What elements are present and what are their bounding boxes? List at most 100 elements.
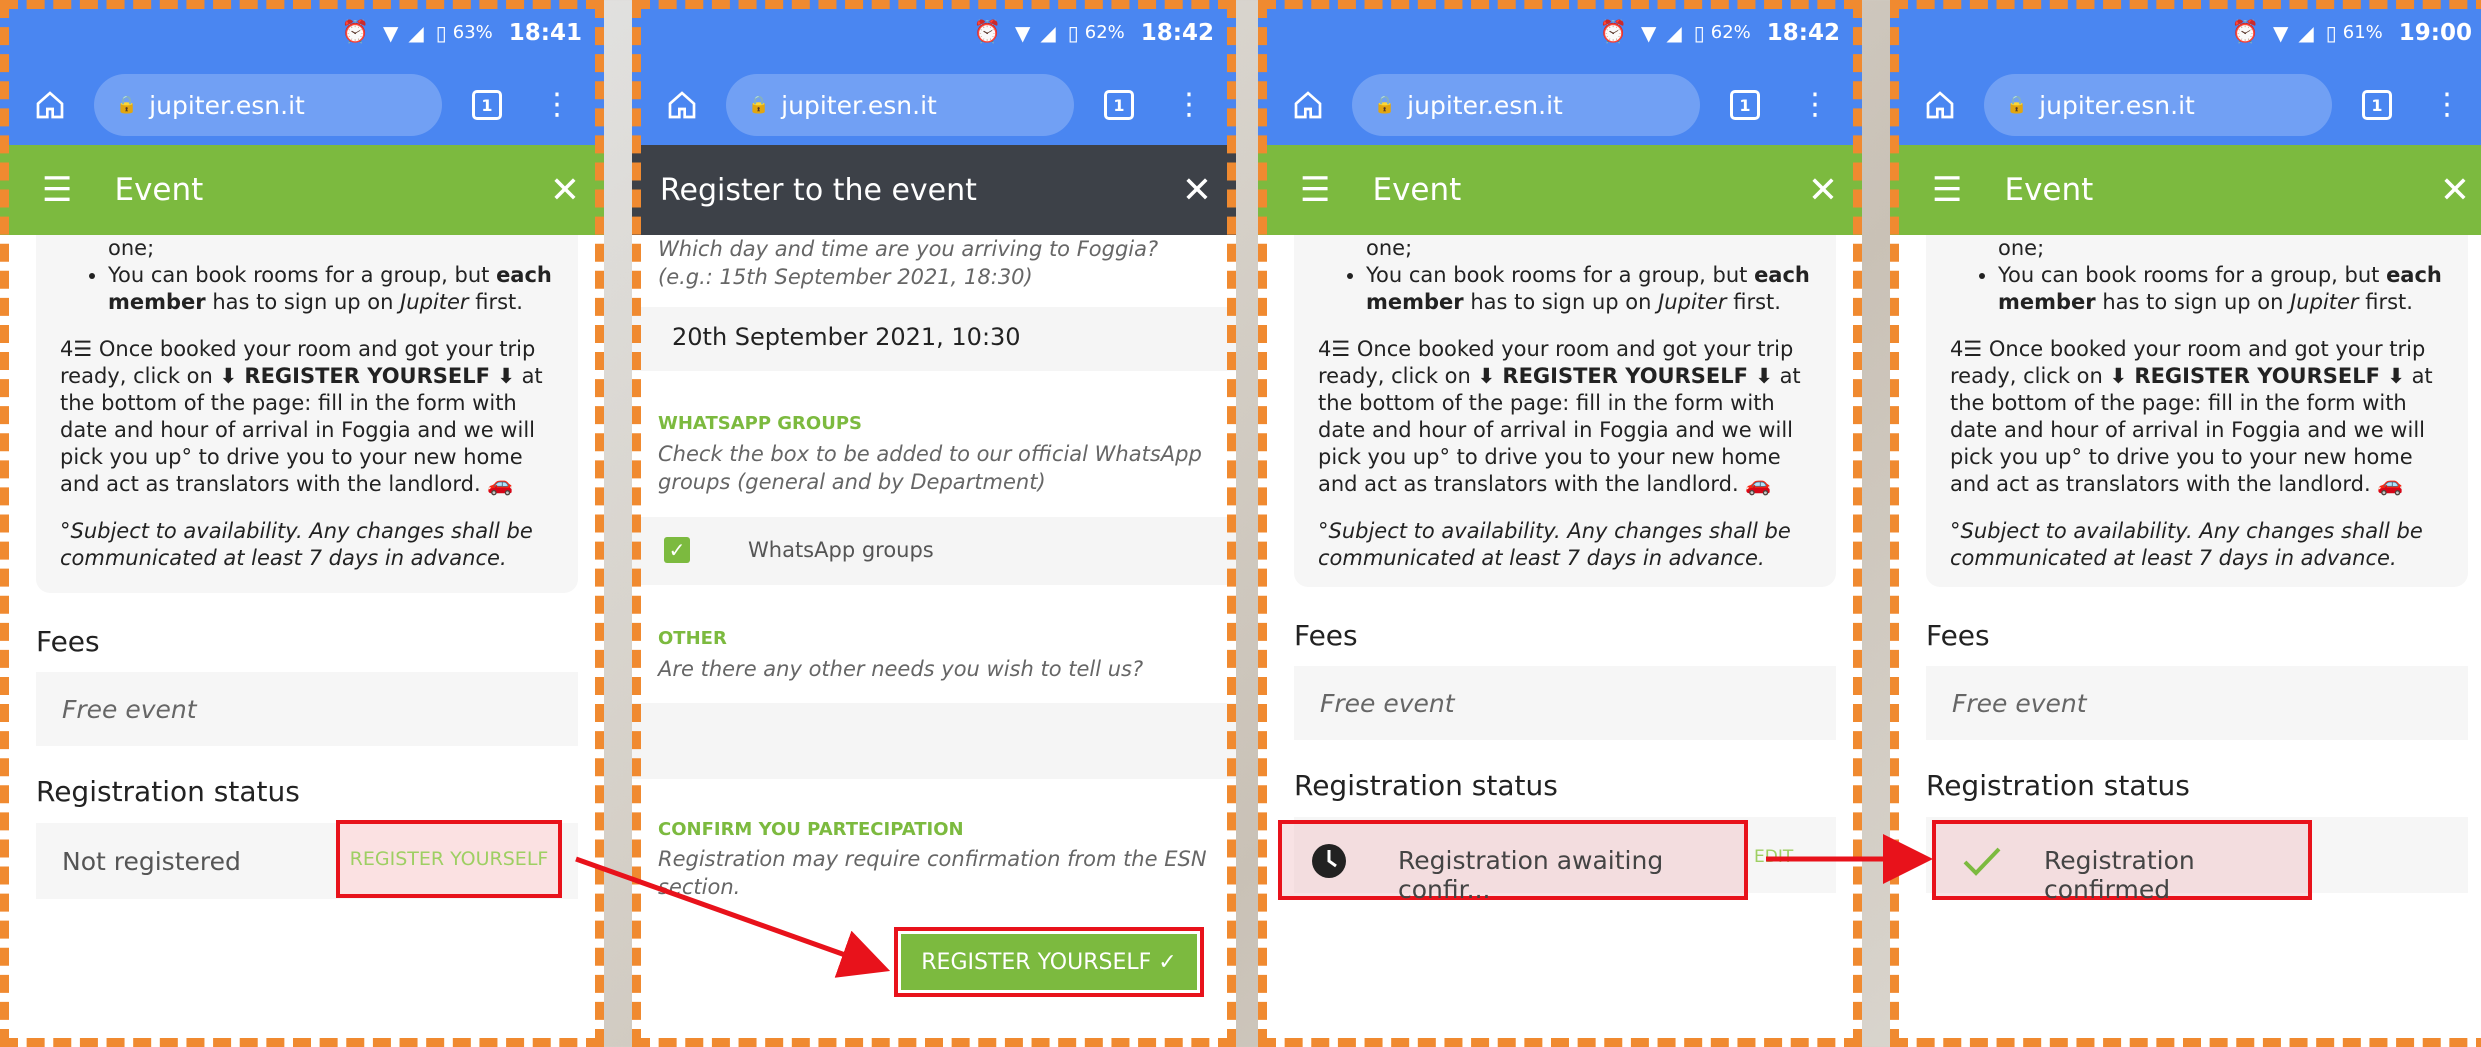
menu-icon[interactable]: ☰ — [1932, 170, 1962, 210]
more-menu-icon[interactable]: ⋮ — [1174, 90, 1204, 120]
registration-form: Which day and time are you arriving to F… — [632, 235, 1236, 1047]
close-icon[interactable]: ✕ — [1808, 170, 1838, 211]
battery-percent: 63% — [452, 22, 493, 43]
list-icon: ☰ — [1963, 337, 1983, 361]
step-paragraph: 4☰ Once booked your room and got your tr… — [60, 337, 543, 496]
submit-register-button[interactable]: REGISTER YOURSELF ✓ — [894, 927, 1204, 997]
status-text: Not registered — [62, 846, 241, 876]
battery-icon: ▯ — [1067, 20, 1079, 45]
tab-switcher-button[interactable]: 1 — [1104, 90, 1134, 120]
whatsapp-option-label: WhatsApp groups — [748, 538, 934, 562]
dialog-title: Register to the event — [660, 172, 977, 208]
list-item: You can book rooms for a group, but each… — [108, 262, 554, 316]
lock-icon: 🔒 — [748, 95, 770, 115]
other-label: OTHER — [658, 628, 727, 649]
address-bar[interactable]: 🔒 jupiter.esn.it — [94, 74, 442, 136]
tab-switcher-button[interactable]: 1 — [472, 90, 502, 120]
more-menu-icon[interactable]: ⋮ — [542, 90, 572, 120]
signal-icon: ◢ — [2298, 20, 2314, 45]
tab-switcher-button[interactable]: 1 — [2362, 90, 2392, 120]
step-paragraph: 4☰ Once booked your room and got your tr… — [1950, 337, 2433, 496]
wifi-icon: ▼ — [382, 20, 399, 45]
alarm-icon: ⏰ — [2231, 20, 2259, 45]
tab-switcher-button[interactable]: 1 — [1730, 90, 1760, 120]
edit-button[interactable]: EDIT — [1754, 847, 1793, 867]
battery-percent: 62% — [1710, 22, 1751, 43]
arrival-field[interactable]: 20th September 2021, 10:30 — [632, 307, 1236, 371]
signal-icon: ◢ — [408, 20, 424, 45]
status-text: Registration confirmed — [2044, 846, 2195, 904]
menu-icon[interactable]: ☰ — [1300, 170, 1330, 210]
browser-toolbar: 🔒 jupiter.esn.it 1 ⋮ — [1890, 65, 2481, 145]
app-bar: ☰ Event ✕ — [1258, 145, 1862, 235]
screenshot-4: ⏰ ▼ ◢ ▯ 61% 19:00 🔒 jupiter.esn.it 1 ⋮ ☰… — [1890, 0, 2481, 1047]
fees-value: Free event — [1294, 666, 1836, 740]
browser-toolbar: 🔒 jupiter.esn.it 1 ⋮ — [632, 65, 1236, 145]
more-menu-icon[interactable]: ⋮ — [2432, 90, 2462, 120]
fees-value: Free event — [1926, 666, 2468, 740]
wifi-icon: ▼ — [1014, 20, 1031, 45]
url-text: jupiter.esn.it — [781, 90, 937, 120]
other-input[interactable] — [632, 703, 1236, 779]
close-icon[interactable]: ✕ — [550, 170, 580, 211]
checkbox-checked-icon[interactable]: ✓ — [664, 537, 690, 563]
list-item: one; — [1366, 236, 1413, 260]
footnote: °Subject to availability. Any changes sh… — [1950, 519, 2423, 570]
page-title: Event — [114, 172, 204, 208]
status-bar: ⏰ ▼ ◢ ▯ 62% 18:42 — [1258, 0, 1862, 65]
more-menu-icon[interactable]: ⋮ — [1800, 90, 1830, 120]
screenshot-2: ⏰ ▼ ◢ ▯ 62% 18:42 🔒 jupiter.esn.it 1 ⋮ R… — [632, 0, 1236, 1047]
clock-icon — [1312, 844, 1346, 878]
event-content: one; You can book rooms for a group, but… — [1258, 235, 1862, 1047]
browser-toolbar: 🔒 jupiter.esn.it 1 ⋮ — [1258, 65, 1862, 145]
status-bar: ⏰ ▼ ◢ ▯ 62% 18:42 — [632, 0, 1236, 65]
clock: 18:41 — [508, 19, 582, 46]
clock: 18:42 — [1140, 19, 1214, 46]
url-text: jupiter.esn.it — [149, 90, 305, 120]
lock-icon: 🔒 — [2006, 95, 2028, 115]
home-icon[interactable] — [24, 79, 76, 131]
other-help: Are there any other needs you wish to te… — [658, 657, 1144, 681]
screenshot-3: ⏰ ▼ ◢ ▯ 62% 18:42 🔒 jupiter.esn.it 1 ⋮ ☰… — [1258, 0, 1862, 1047]
fees-title: Fees — [1926, 619, 1990, 652]
menu-icon[interactable]: ☰ — [42, 170, 72, 210]
battery-icon: ▯ — [1693, 20, 1705, 45]
url-text: jupiter.esn.it — [1407, 90, 1563, 120]
wifi-icon: ▼ — [2272, 20, 2289, 45]
alarm-icon: ⏰ — [341, 20, 369, 45]
confirm-help: Registration may require confirmation fr… — [658, 847, 1207, 899]
app-bar: ☰ Event ✕ — [0, 145, 604, 235]
address-bar[interactable]: 🔒 jupiter.esn.it — [726, 74, 1074, 136]
address-bar[interactable]: 🔒 jupiter.esn.it — [1984, 74, 2332, 136]
list-icon: ☰ — [73, 337, 93, 361]
status-bar: ⏰ ▼ ◢ ▯ 63% 18:41 — [0, 0, 604, 65]
event-description: one; You can book rooms for a group, but… — [1294, 235, 1836, 587]
fees-title: Fees — [36, 625, 100, 658]
alarm-icon: ⏰ — [1599, 20, 1627, 45]
lock-icon: 🔒 — [1374, 95, 1396, 115]
clock: 19:00 — [2398, 19, 2472, 46]
status-text: Registration awaiting confir... — [1398, 846, 1664, 904]
url-text: jupiter.esn.it — [2039, 90, 2195, 120]
whatsapp-option[interactable]: ✓ WhatsApp groups — [632, 517, 1236, 585]
list-item: You can book rooms for a group, but each… — [1366, 262, 1812, 316]
register-yourself-button[interactable]: REGISTER YOURSELF — [336, 820, 562, 898]
checkmark-icon — [1963, 847, 2001, 876]
signal-icon: ◢ — [1040, 20, 1056, 45]
confirmed-status-highlight: Registration confirmed — [1932, 820, 2312, 904]
home-icon[interactable] — [1282, 79, 1334, 131]
close-icon[interactable]: ✕ — [2440, 170, 2470, 211]
submit-register-label: REGISTER YOURSELF ✓ — [901, 934, 1197, 990]
battery-percent: 61% — [2342, 22, 2383, 43]
footnote: °Subject to availability. Any changes sh… — [60, 519, 533, 570]
home-icon[interactable] — [1914, 79, 1966, 131]
address-bar[interactable]: 🔒 jupiter.esn.it — [1352, 74, 1700, 136]
fees-title: Fees — [1294, 619, 1358, 652]
close-icon[interactable]: ✕ — [1182, 170, 1212, 211]
home-icon[interactable] — [656, 79, 708, 131]
confirm-label: CONFIRM YOU PARTECIPATION — [658, 819, 964, 840]
dialog-bar: Register to the event ✕ — [632, 145, 1236, 235]
awaiting-status-highlight: Registration awaiting confir... — [1278, 820, 1748, 904]
battery-icon: ▯ — [435, 20, 447, 45]
list-icon: ☰ — [1331, 337, 1351, 361]
